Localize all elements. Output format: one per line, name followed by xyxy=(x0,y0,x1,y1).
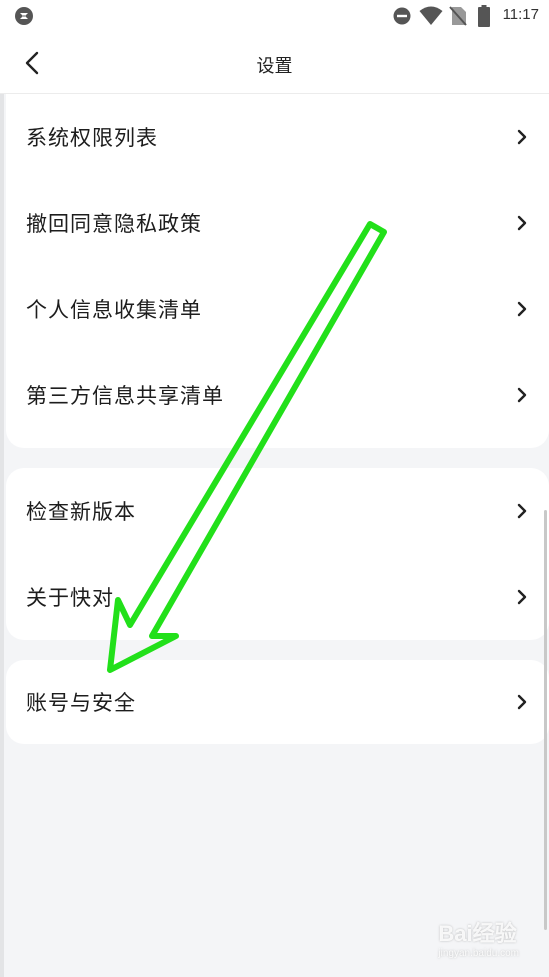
settings-item-account-security[interactable]: 账号与安全 xyxy=(6,660,549,744)
settings-item-system-permissions[interactable]: 系统权限列表 xyxy=(6,94,549,180)
chevron-right-icon xyxy=(515,692,529,712)
settings-group-privacy: 系统权限列表 撤回同意隐私政策 个人信息收集清单 第三方信息共享清单 xyxy=(6,94,549,448)
watermark-brand: Bai经验 xyxy=(438,921,517,946)
nav-bar: 设置 xyxy=(0,33,549,94)
settings-item-label: 第三方信息共享清单 xyxy=(26,384,224,408)
settings-item-about[interactable]: 关于快对 xyxy=(6,554,549,640)
settings-item-third-party-sharing[interactable]: 第三方信息共享清单 xyxy=(6,352,549,438)
settings-item-revoke-privacy[interactable]: 撤回同意隐私政策 xyxy=(6,180,549,266)
status-bar: 11:17 xyxy=(0,0,549,33)
page-title: 设置 xyxy=(256,56,293,77)
scrollbar[interactable] xyxy=(544,510,547,930)
settings-item-label: 撤回同意隐私政策 xyxy=(26,212,202,236)
status-time: 11:17 xyxy=(502,6,539,23)
watermark: Bai经验 jingyan.baidu.com xyxy=(438,916,519,959)
chevron-right-icon xyxy=(515,385,529,405)
chevron-right-icon xyxy=(515,299,529,319)
settings-group-about: 检查新版本 关于快对 xyxy=(6,468,549,640)
settings-group-account: 账号与安全 xyxy=(6,660,549,744)
do-not-disturb-icon xyxy=(393,7,411,25)
no-sim-icon xyxy=(449,6,467,26)
left-edge-strip xyxy=(0,0,4,977)
chevron-right-icon xyxy=(515,587,529,607)
battery-icon xyxy=(478,5,490,27)
settings-item-label: 系统权限列表 xyxy=(26,126,158,150)
chevron-right-icon xyxy=(515,213,529,233)
chevron-right-icon xyxy=(515,501,529,521)
settings-item-check-update[interactable]: 检查新版本 xyxy=(6,468,549,554)
settings-item-label: 关于快对 xyxy=(26,586,114,610)
settings-item-label: 个人信息收集清单 xyxy=(26,298,202,322)
settings-item-personal-info-list[interactable]: 个人信息收集清单 xyxy=(6,266,549,352)
settings-item-label: 账号与安全 xyxy=(26,691,136,715)
chevron-right-icon xyxy=(515,127,529,147)
watermark-url: jingyan.baidu.com xyxy=(438,948,519,959)
settings-item-label: 检查新版本 xyxy=(26,500,136,524)
app-logo-icon xyxy=(15,7,33,25)
wifi-icon xyxy=(419,6,443,25)
